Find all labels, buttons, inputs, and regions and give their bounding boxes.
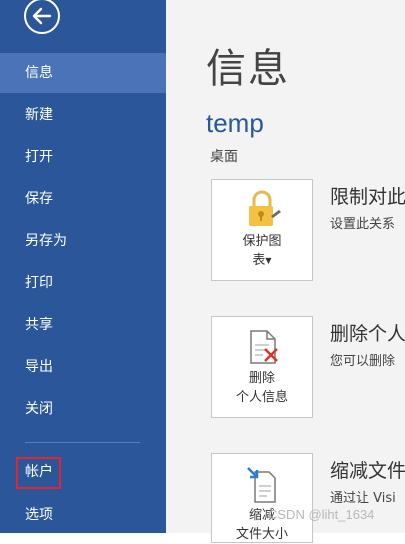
reduce-label-line2: 文件大小 xyxy=(235,527,288,542)
lock-icon xyxy=(249,190,281,226)
reduce-file-title: 缩减文件 xyxy=(330,460,405,482)
remove-personal-title: 删除个人 xyxy=(330,323,405,345)
nav-divider xyxy=(25,442,140,443)
document-name: temp xyxy=(206,108,264,138)
nav-item-save-as[interactable]: 另存为 xyxy=(0,221,166,261)
nav-item-print[interactable]: 打印 xyxy=(0,263,166,303)
document-remove-icon xyxy=(250,330,278,364)
protect-tile-button[interactable]: 保护图 表▼ xyxy=(211,179,313,281)
nav-item-options[interactable]: 选项 xyxy=(0,495,166,535)
watermark-text: CSDN @liht_1634 xyxy=(268,507,375,522)
compress-file-icon xyxy=(247,467,276,503)
protect-tile-label: 保护图 表▼ xyxy=(212,232,312,270)
arrow-left-icon xyxy=(32,7,52,25)
nav-item-close[interactable]: 关闭 xyxy=(0,389,166,429)
remove-label-line1: 删除 xyxy=(248,371,275,386)
nav-item-open[interactable]: 打开 xyxy=(0,137,166,177)
remove-personal-info-tile-button[interactable]: 删除 个人信息 xyxy=(211,316,313,418)
protect-label-line1: 保护图 xyxy=(242,234,282,249)
account-highlight-box xyxy=(16,457,61,489)
protect-label-line2: 表 xyxy=(252,253,266,268)
remove-label-line2: 个人信息 xyxy=(235,390,288,405)
restrict-desc: 设置此关系 xyxy=(330,217,396,232)
nav-item-info[interactable]: 信息 xyxy=(0,53,166,93)
remove-tile-label: 删除 个人信息 xyxy=(212,369,312,407)
restrict-title: 限制对此 xyxy=(330,186,405,208)
reduce-file-size-tile-button[interactable]: 缩减 文件大小 xyxy=(211,453,313,543)
nav-item-share[interactable]: 共享 xyxy=(0,305,166,345)
nav-item-export[interactable]: 导出 xyxy=(0,347,166,387)
document-location: 桌面 xyxy=(210,149,238,165)
nav-item-new[interactable]: 新建 xyxy=(0,95,166,135)
reduce-file-desc: 通过让 Visi xyxy=(330,491,396,506)
page-title: 信息 xyxy=(206,46,290,92)
backstage-nav: 信息 新建 打开 保存 另存为 打印 共享 导出 关闭 帐户 选项 xyxy=(0,0,166,533)
dropdown-caret-icon: ▼ xyxy=(265,256,272,265)
back-button[interactable] xyxy=(24,0,60,34)
remove-personal-desc: 您可以删除 xyxy=(330,354,396,369)
nav-item-save[interactable]: 保存 xyxy=(0,179,166,219)
